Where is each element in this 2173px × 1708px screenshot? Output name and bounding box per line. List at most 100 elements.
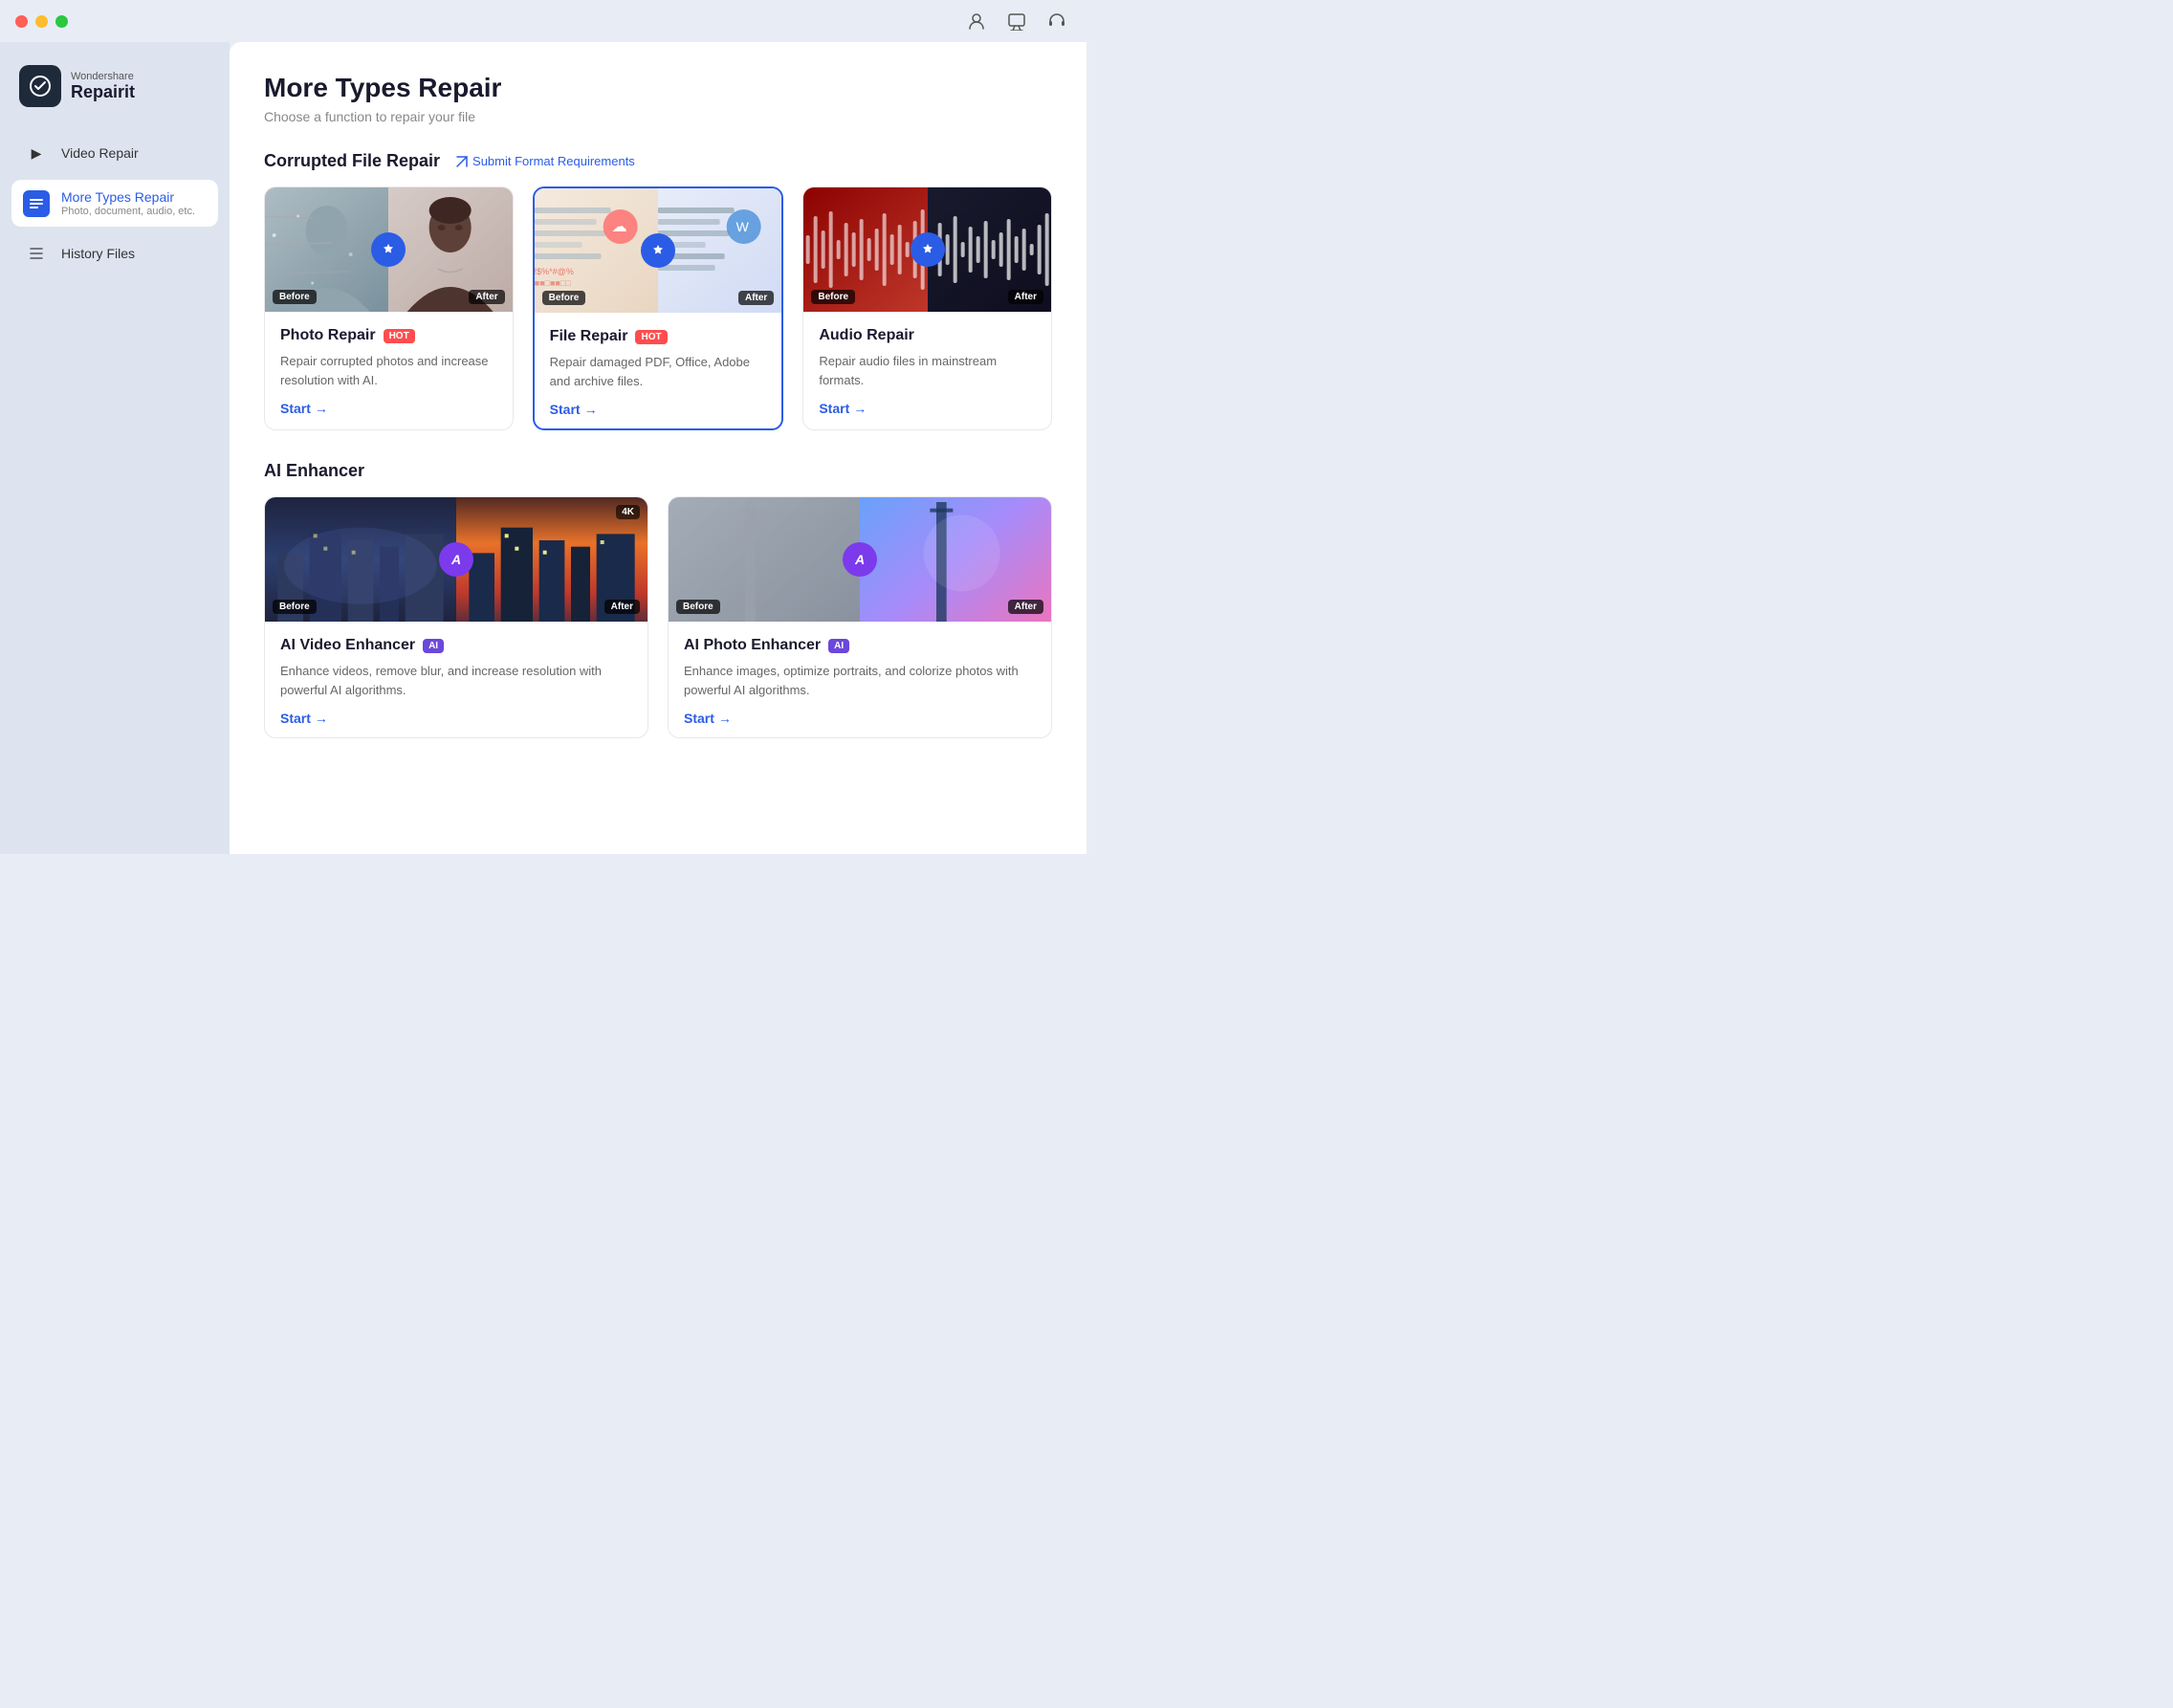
titlebar (0, 0, 1086, 42)
photo-before: Before (265, 187, 388, 312)
ai-video-after: 4K After (456, 497, 648, 622)
minimize-button[interactable] (35, 15, 48, 28)
ai-video-title-row: AI Video Enhancer AI (280, 637, 632, 654)
svg-text:☁: ☁ (611, 219, 626, 235)
audio-repair-badge (911, 232, 945, 267)
photo-repair-image: Before (265, 187, 513, 312)
photo-repair-arrow: → (315, 401, 328, 416)
submit-format-text: Submit Format Requirements (472, 154, 635, 168)
logo-area: Wondershare Repairit (11, 57, 218, 126)
more-types-icon (23, 190, 50, 217)
logo-text: Wondershare Repairit (71, 71, 135, 102)
ai-photo-start[interactable]: Start → (684, 711, 1036, 726)
audio-repair-desc: Repair audio files in mainstream formats… (819, 352, 1036, 389)
ai-photo-badge: A (843, 542, 877, 577)
file-repair-image: !$%*#@% ■■□■■□□ ☁ Before (535, 188, 782, 313)
ai-photo-before-label: Before (676, 600, 720, 614)
ai-video-badge: A (439, 542, 473, 577)
file-repair-desc: Repair damaged PDF, Office, Adobe and ar… (550, 353, 767, 390)
sidebar-item-history[interactable]: History Files (11, 230, 218, 276)
sidebar-item-video-repair[interactable]: ▶ Video Repair (11, 130, 218, 176)
ai-cards-row: Before (264, 496, 1052, 738)
ai-photo-start-label: Start (684, 711, 714, 726)
audio-repair-image: Before (803, 187, 1051, 312)
file-repair-badge (641, 233, 675, 268)
ai-photo-desc: Enhance images, optimize portraits, and … (684, 662, 1036, 699)
ai-video-after-label: After (604, 600, 640, 614)
ai-video-before: Before (265, 497, 456, 622)
audio-before: Before (803, 187, 927, 312)
ai-section-header: AI Enhancer (264, 461, 1052, 481)
ai-photo-image: Before (669, 497, 1051, 622)
photo-repair-card[interactable]: Before (264, 186, 514, 430)
audio-repair-title-row: Audio Repair (819, 327, 1036, 344)
ai-video-image: Before (265, 497, 648, 622)
ai-photo-before: Before (669, 497, 860, 622)
sidebar-item-history-label: History Files (61, 246, 135, 261)
photo-repair-start-label: Start (280, 401, 311, 416)
ai-photo-title-row: AI Photo Enhancer AI (684, 637, 1036, 654)
file-before-label: Before (542, 291, 586, 305)
ai-video-desc: Enhance videos, remove blur, and increas… (280, 662, 632, 699)
photo-before-label: Before (273, 290, 317, 304)
close-button[interactable] (15, 15, 28, 28)
sidebar-item-video-repair-label: Video Repair (61, 145, 139, 161)
sidebar: Wondershare Repairit ▶ Video Repair More… (0, 42, 230, 854)
photo-repair-hot-badge: HOT (384, 329, 415, 343)
file-repair-arrow: → (584, 402, 598, 417)
ai-photo-enhancer-card[interactable]: Before (668, 496, 1052, 738)
ai-video-arrow: → (315, 711, 328, 726)
ai-video-title: AI Video Enhancer (280, 637, 415, 654)
sidebar-item-video-repair-content: Video Repair (61, 145, 139, 161)
photo-after: After (388, 187, 512, 312)
chat-icon[interactable] (1006, 11, 1027, 32)
ai-enhancer-section: AI Enhancer (264, 461, 1052, 738)
app-container: Wondershare Repairit ▶ Video Repair More… (0, 42, 1086, 854)
photo-repair-start[interactable]: Start → (280, 401, 497, 416)
page-title: More Types Repair (264, 73, 1052, 103)
audio-repair-arrow: → (853, 401, 867, 416)
titlebar-actions (966, 11, 1067, 32)
ai-photo-badge-label: AI (828, 639, 849, 653)
submit-format-link[interactable]: Submit Format Requirements (455, 154, 635, 168)
file-before: !$%*#@% ■■□■■□□ ☁ Before (535, 188, 658, 313)
ai-video-start-label: Start (280, 711, 311, 726)
account-icon[interactable] (966, 11, 987, 32)
ai-video-start[interactable]: Start → (280, 711, 632, 726)
photo-repair-badge (371, 232, 406, 267)
sidebar-item-more-types-sub: Photo, document, audio, etc. (61, 206, 195, 217)
ai-video-enhancer-card[interactable]: Before (264, 496, 648, 738)
page-subtitle: Choose a function to repair your file (264, 109, 1052, 124)
photo-repair-body: Photo Repair HOT Repair corrupted photos… (265, 312, 513, 427)
corrupted-section-header: Corrupted File Repair Submit Format Requ… (264, 151, 1052, 171)
svg-text:W: W (736, 219, 750, 234)
file-repair-hot-badge: HOT (635, 330, 667, 344)
photo-repair-title: Photo Repair (280, 327, 376, 344)
sidebar-item-more-types[interactable]: More Types Repair Photo, document, audio… (11, 180, 218, 227)
file-repair-body: File Repair HOT Repair damaged PDF, Offi… (535, 313, 782, 428)
ai-photo-after-label: After (1008, 600, 1043, 614)
headset-icon[interactable] (1046, 11, 1067, 32)
corrupted-section-title: Corrupted File Repair (264, 151, 440, 171)
file-repair-start[interactable]: Start → (550, 402, 767, 417)
ai-video-before-label: Before (273, 600, 317, 614)
ai-photo-arrow: → (718, 711, 732, 726)
photo-repair-desc: Repair corrupted photos and increase res… (280, 352, 497, 389)
ai-video-badge-label: AI (423, 639, 444, 653)
photo-repair-title-row: Photo Repair HOT (280, 327, 497, 344)
video-repair-icon: ▶ (23, 140, 50, 166)
sidebar-item-more-types-label: More Types Repair (61, 189, 195, 205)
photo-after-label: After (469, 290, 504, 304)
audio-repair-card[interactable]: Before (802, 186, 1052, 430)
file-after: W After (658, 188, 781, 313)
traffic-lights (15, 15, 68, 28)
svg-text:!$%*#@%: !$%*#@% (535, 267, 574, 276)
file-repair-start-label: Start (550, 402, 581, 417)
svg-text:■■□■■□□: ■■□■■□□ (535, 278, 571, 288)
file-repair-card[interactable]: !$%*#@% ■■□■■□□ ☁ Before (533, 186, 784, 430)
file-repair-title: File Repair (550, 328, 628, 345)
file-repair-title-row: File Repair HOT (550, 328, 767, 345)
audio-repair-start[interactable]: Start → (819, 401, 1036, 416)
audio-repair-body: Audio Repair Repair audio files in mains… (803, 312, 1051, 427)
maximize-button[interactable] (55, 15, 68, 28)
